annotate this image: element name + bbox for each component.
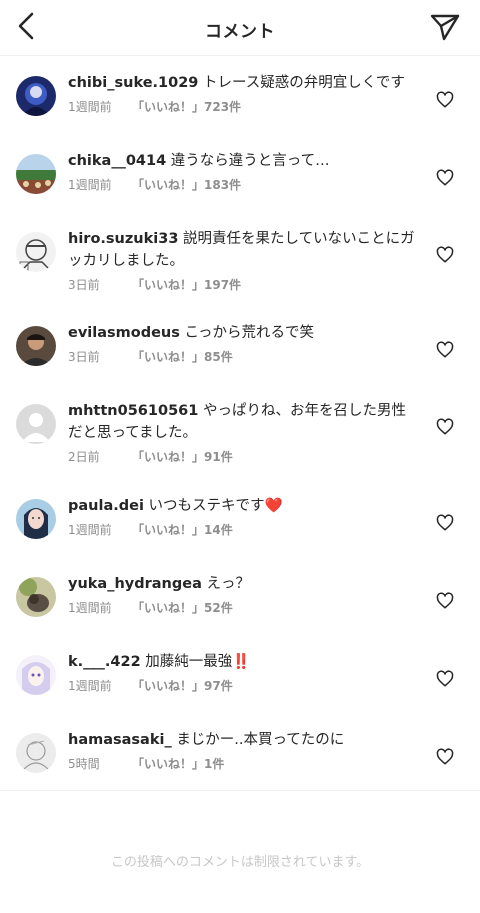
comment-message: トレース疑惑の弁明宜しくです	[203, 75, 405, 91]
comment-likes[interactable]: 「いいね！」197件	[132, 277, 241, 293]
heart-icon[interactable]	[436, 670, 454, 688]
comment-username[interactable]: k.___.422	[68, 654, 141, 670]
header-bar: コメント	[0, 0, 480, 56]
comment-message: いつもステキです❤️	[148, 498, 283, 514]
comment-likes[interactable]: 「いいね！」14件	[132, 522, 233, 538]
avatar[interactable]	[16, 499, 56, 539]
heart-icon[interactable]	[436, 341, 454, 359]
comments-restricted-notice: この投稿へのコメントは制限されています。	[110, 855, 370, 870]
heart-icon[interactable]	[436, 418, 454, 436]
comment-time: 1週間前	[68, 178, 112, 192]
comment-time: 3日前	[68, 350, 100, 364]
comment-text: k.___.422 加藤純一最強‼️	[68, 651, 418, 673]
comment-likes[interactable]: 「いいね！」85件	[132, 349, 233, 365]
heart-icon[interactable]	[436, 246, 454, 264]
avatar[interactable]	[16, 733, 56, 773]
heart-icon[interactable]	[436, 592, 454, 610]
comment-username[interactable]: mhttn05610561	[68, 403, 198, 419]
comment-text: hamasasaki_ まじかー..本買ってたのに	[68, 729, 418, 751]
comment-meta: 3日前 「いいね！」197件	[68, 277, 418, 293]
comment-meta: 1週間前 「いいね！」723件	[68, 99, 418, 115]
page-title: コメント	[205, 22, 275, 42]
comment-likes[interactable]: 「いいね！」723件	[132, 99, 241, 115]
comment-time: 1週間前	[68, 100, 112, 114]
comment-time: 1週間前	[68, 679, 112, 693]
comment-likes[interactable]: 「いいね！」183件	[132, 177, 241, 193]
avatar[interactable]	[16, 655, 56, 695]
avatar[interactable]	[16, 326, 56, 366]
comment-meta: 3日前 「いいね！」85件	[68, 349, 418, 365]
heart-icon[interactable]	[436, 748, 454, 766]
comment-likes[interactable]: 「いいね！」97件	[132, 678, 233, 694]
comment-username[interactable]: chika__0414	[68, 153, 166, 169]
comment-likes[interactable]: 「いいね！」52件	[132, 600, 233, 616]
comment-message: えっ？	[206, 576, 250, 592]
comment-meta: 1週間前 「いいね！」97件	[68, 678, 418, 694]
comment-text: mhttn05610561 やっぱりね、お年を召した男性だと思ってました。	[68, 400, 418, 444]
heart-icon[interactable]	[436, 91, 454, 109]
comment-text: chibi_suke.1029 トレース疑惑の弁明宜しくです	[68, 72, 418, 94]
comment-likes[interactable]: 「いいね！」91件	[132, 449, 233, 465]
avatar[interactable]	[16, 232, 56, 272]
comment-meta: 5時間 「いいね！」1件	[68, 756, 418, 772]
paper-plane-icon	[430, 14, 460, 41]
comment-username[interactable]: paula.dei	[68, 498, 144, 514]
comment-meta: 1週間前 「いいね！」52件	[68, 600, 418, 616]
comment-text: chika__0414 違うなら違うと言って…	[68, 150, 418, 172]
comment-message: まじかー..本買ってたのに	[176, 732, 345, 748]
comment-text: paula.dei いつもステキです❤️	[68, 495, 418, 517]
comment-meta: 1週間前 「いいね！」183件	[68, 177, 418, 193]
comment-time: 2日前	[68, 450, 100, 464]
comment-time: 3日前	[68, 278, 100, 292]
comment-username[interactable]: hamasasaki_	[68, 732, 172, 748]
share-button[interactable]	[430, 13, 460, 41]
avatar[interactable]	[16, 154, 56, 194]
comment-time: 5時間	[68, 757, 100, 771]
comment-username[interactable]: chibi_suke.1029	[68, 75, 198, 91]
comment-message: こっから荒れるで笑	[184, 325, 314, 341]
comment-username[interactable]: yuka_hydrangea	[68, 576, 202, 592]
comment-time: 1週間前	[68, 601, 112, 615]
comment-text: hiro.suzuki33 説明責任を果たしていないことにガッカリしました。	[68, 228, 418, 272]
comment-likes[interactable]: 「いいね！」1件	[132, 756, 224, 772]
comment-meta: 1週間前 「いいね！」14件	[68, 522, 418, 538]
comment-username[interactable]: hiro.suzuki33	[68, 231, 178, 247]
avatar[interactable]	[16, 76, 56, 116]
comment-text: evilasmodeus こっから荒れるで笑	[68, 322, 418, 344]
comment-message: 違うなら違うと言って…	[170, 153, 330, 169]
heart-icon[interactable]	[436, 169, 454, 187]
comment-time: 1週間前	[68, 523, 112, 537]
comment-message: 加藤純一最強‼️	[145, 654, 251, 670]
comment-meta: 2日前 「いいね！」91件	[68, 449, 418, 465]
comment-username[interactable]: evilasmodeus	[68, 325, 180, 341]
heart-icon[interactable]	[436, 514, 454, 532]
divider	[0, 790, 480, 791]
comment-text: yuka_hydrangea えっ？	[68, 573, 418, 595]
avatar[interactable]	[16, 404, 56, 444]
avatar[interactable]	[16, 577, 56, 617]
